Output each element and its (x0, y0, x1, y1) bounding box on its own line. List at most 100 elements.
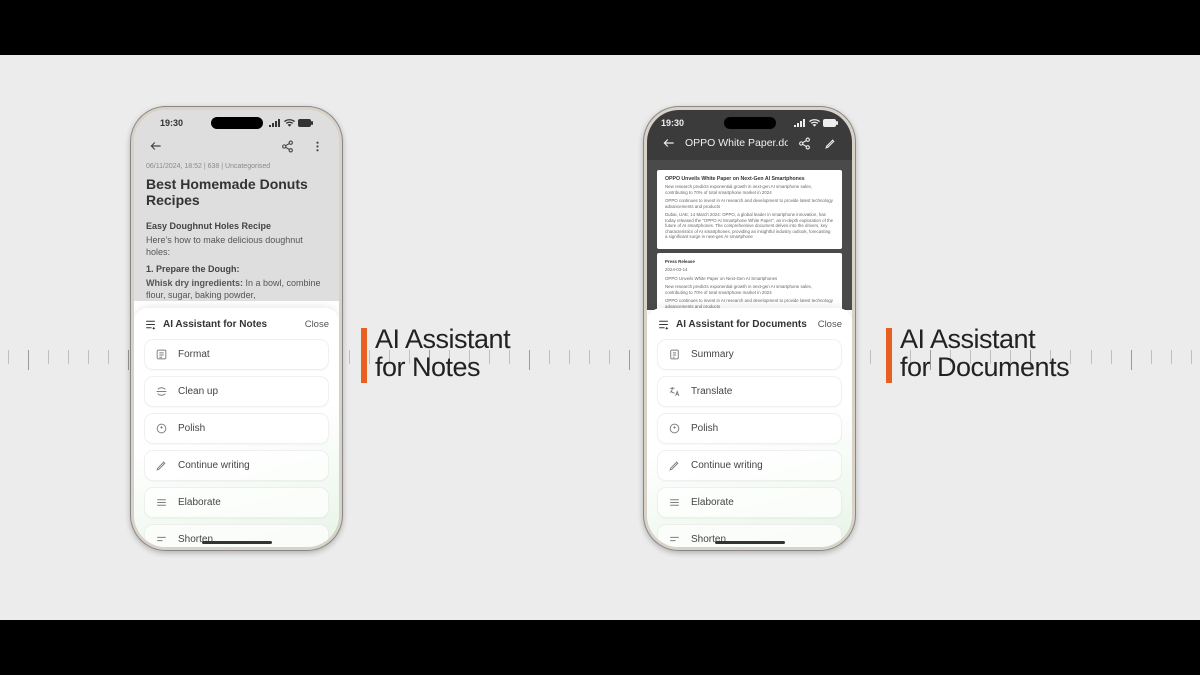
share-button[interactable] (277, 136, 297, 156)
note-step-bold: Whisk dry ingredients: (146, 278, 243, 288)
option-label: Polish (691, 423, 718, 434)
docs-viewport[interactable]: OPPO Unveils White Paper on Next-Gen AI … (647, 160, 852, 310)
doc-paragraph: OPPO continues to invest in AI research … (665, 198, 834, 209)
battery-icon (823, 119, 838, 127)
label-docs-line2: for Documents (900, 353, 1069, 381)
pen-icon (155, 459, 168, 472)
sheet-close-button[interactable]: Close (818, 319, 842, 330)
home-indicator (715, 541, 785, 544)
option-elaborate[interactable]: Elaborate (144, 487, 329, 518)
option-elaborate[interactable]: Elaborate (657, 487, 842, 518)
elaborate-icon (155, 496, 168, 509)
doc-heading: OPPO Unveils White Paper on Next-Gen AI … (665, 176, 834, 182)
share-icon (798, 137, 811, 150)
option-label: Format (178, 349, 210, 360)
arrow-left-icon (662, 136, 676, 150)
label-docs-line1: AI Assistant (900, 325, 1069, 353)
option-polish[interactable]: Polish (657, 413, 842, 444)
home-indicator (202, 541, 272, 544)
note-subtitle: Easy Doughnut Holes Recipe (146, 220, 327, 232)
doc-paragraph: New research predicts exponential growth… (665, 184, 834, 195)
share-button[interactable] (794, 133, 814, 153)
option-label: Continue writing (178, 460, 250, 471)
option-polish[interactable]: Polish (144, 413, 329, 444)
notes-app-area: 19:30 (134, 110, 339, 301)
phone-screen-notes: 19:30 (134, 110, 339, 547)
option-label: Polish (178, 423, 205, 434)
sheet-title-row: AI Assistant for Documents (657, 318, 807, 331)
format-icon (155, 348, 168, 361)
doc-press-label: Press Release (665, 259, 834, 265)
status-indicators (269, 119, 313, 127)
option-label: Elaborate (178, 497, 221, 508)
sheet-header: AI Assistant for Documents Close (657, 318, 842, 331)
docs-toolbar: OPPO White Paper.docx (647, 132, 852, 160)
sheet-title-text: AI Assistant for Notes (163, 319, 267, 330)
notes-toolbar (146, 132, 327, 160)
cleanup-icon (155, 385, 168, 398)
more-button[interactable] (307, 136, 327, 156)
option-continue-writing[interactable]: Continue writing (144, 450, 329, 481)
note-step-head: 1. Prepare the Dough: (146, 263, 327, 275)
dynamic-island (724, 117, 776, 129)
doc-paragraph: Dubai, UAE, 14 March 2024: OPPO, a globa… (665, 212, 834, 240)
phone-mock-notes: 19:30 (130, 106, 343, 551)
ai-list-icon (144, 318, 157, 331)
status-indicators (794, 119, 838, 127)
label-notes: AI Assistant for Notes (375, 325, 510, 382)
option-continue-writing[interactable]: Continue writing (657, 450, 842, 481)
label-docs: AI Assistant for Documents (900, 325, 1069, 382)
status-time: 19:30 (661, 118, 684, 128)
document-page: OPPO Unveils White Paper on Next-Gen AI … (657, 170, 842, 249)
back-button[interactable] (659, 133, 679, 153)
shorten-icon (155, 533, 168, 546)
option-label: Translate (691, 386, 732, 397)
arrow-left-icon (149, 139, 163, 153)
wifi-icon (284, 119, 295, 127)
option-cleanup[interactable]: Clean up (144, 376, 329, 407)
doc-date: 2024-03-14 (665, 267, 834, 273)
document-page: Press Release 2024-03-14 OPPO Unveils Wh… (657, 253, 842, 311)
presentation-stage: AI Assistant for Notes AI Assistant for … (0, 0, 1200, 675)
shorten-icon (668, 533, 681, 546)
sheet-close-button[interactable]: Close (305, 319, 329, 330)
polish-icon (155, 422, 168, 435)
translate-icon (668, 385, 681, 398)
note-title: Best Homemade Donuts Recipes (146, 176, 327, 216)
option-summary[interactable]: Summary (657, 339, 842, 370)
signal-icon (269, 119, 281, 127)
kebab-icon (311, 140, 324, 153)
label-notes-line2: for Notes (375, 353, 510, 381)
accent-bar-docs (886, 328, 892, 383)
ai-sheet-notes: AI Assistant for Notes Close Format Clea… (134, 308, 339, 547)
sheet-title-row: AI Assistant for Notes (144, 318, 267, 331)
ai-list-icon (657, 318, 670, 331)
doc-heading: OPPO Unveils White Paper on Next-Gen AI … (665, 276, 834, 282)
option-translate[interactable]: Translate (657, 376, 842, 407)
share-icon (281, 140, 294, 153)
polish-icon (668, 422, 681, 435)
option-label: Continue writing (691, 460, 763, 471)
note-metadata: 06/11/2024, 18:52 | 638 | Uncategorised (146, 160, 327, 176)
option-label: Clean up (178, 386, 218, 397)
pen-icon (668, 459, 681, 472)
status-time: 19:30 (160, 118, 183, 128)
label-notes-line1: AI Assistant (375, 325, 510, 353)
ai-sheet-docs: AI Assistant for Documents Close Summary… (647, 308, 852, 547)
note-intro: Here's how to make delicious doughnut ho… (146, 234, 327, 258)
option-format[interactable]: Format (144, 339, 329, 370)
back-button[interactable] (146, 136, 166, 156)
sheet-header: AI Assistant for Notes Close (144, 318, 329, 331)
edit-button[interactable] (820, 133, 840, 153)
option-label: Summary (691, 349, 734, 360)
summary-icon (668, 348, 681, 361)
note-body: Easy Doughnut Holes Recipe Here's how to… (146, 220, 327, 301)
wifi-icon (809, 119, 820, 127)
phone-mock-docs: 19:30 OPPO White Paper.docx (643, 106, 856, 551)
elaborate-icon (668, 496, 681, 509)
accent-bar-notes (361, 328, 367, 383)
doc-paragraph: New research predicts exponential growth… (665, 284, 834, 295)
document-title: OPPO White Paper.docx (685, 137, 788, 149)
canvas-background: AI Assistant for Notes AI Assistant for … (0, 55, 1200, 620)
battery-icon (298, 119, 313, 127)
